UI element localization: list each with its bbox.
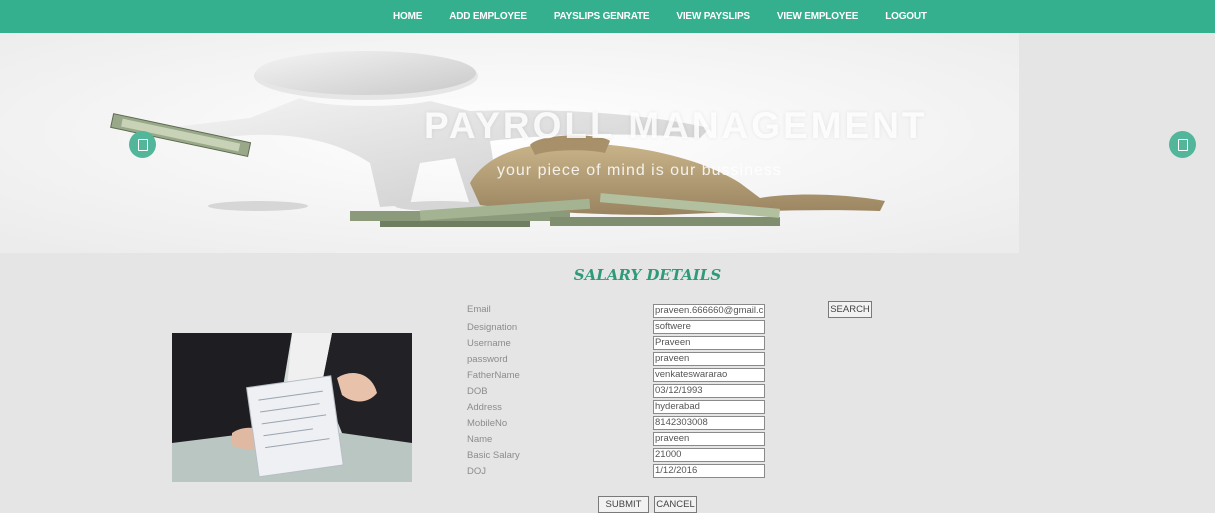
- designation-field[interactable]: softwere: [653, 320, 765, 334]
- doj-label: DOJ: [467, 466, 486, 477]
- carousel-next-button[interactable]: [1169, 131, 1196, 158]
- mobileno-label: MobileNo: [467, 418, 508, 429]
- payslip-photo-illustration: [172, 333, 412, 482]
- name-field[interactable]: praveen: [653, 432, 765, 446]
- address-label: Address: [467, 402, 502, 413]
- nav-view-payslips-link[interactable]: VIEW PAYSLIPS: [676, 11, 750, 22]
- basic-salary-field[interactable]: 21000: [653, 448, 765, 462]
- cancel-button[interactable]: CANCEL: [654, 496, 697, 513]
- banner-title: PAYROLL MANAGEMENT: [424, 105, 928, 146]
- top-nav-bar: HOME ADD EMPLOYEE PAYSLIPS GENRATE VIEW …: [0, 0, 1215, 33]
- fathername-label: FatherName: [467, 370, 520, 381]
- dob-field[interactable]: 03/12/1993: [653, 384, 765, 398]
- password-label: password: [467, 354, 508, 365]
- basic-salary-label: Basic Salary: [467, 450, 520, 461]
- carousel-prev-icon: [137, 138, 148, 151]
- banner-subtitle: your piece of mind is our bussiness: [497, 162, 782, 179]
- search-button[interactable]: SEARCH: [828, 301, 872, 318]
- fathername-field[interactable]: venkateswararao: [653, 368, 765, 382]
- nav-view-employee-link[interactable]: VIEW EMPLOYEE: [777, 11, 859, 22]
- password-field[interactable]: praveen: [653, 352, 765, 366]
- carousel-next-icon: [1177, 138, 1188, 151]
- email-label: Email: [467, 304, 491, 315]
- nav-home-link[interactable]: HOME: [393, 11, 422, 22]
- designation-label: Designation: [467, 322, 518, 333]
- salary-details-title: SALARY DETAILS: [573, 266, 722, 284]
- payslip-photo: [172, 333, 412, 482]
- nav-add-employee-link[interactable]: ADD EMPLOYEE: [449, 11, 527, 22]
- carousel-prev-button[interactable]: [129, 131, 156, 158]
- address-field[interactable]: hyderabad: [653, 400, 765, 414]
- mobileno-field[interactable]: 8142303008: [653, 416, 765, 430]
- name-label: Name: [467, 434, 493, 445]
- nav-logout-link[interactable]: LOGOUT: [885, 11, 927, 22]
- submit-button[interactable]: SUBMIT: [598, 496, 649, 513]
- doj-field[interactable]: 1/12/2016: [653, 464, 765, 478]
- email-field[interactable]: praveen.666660@gmail.c: [653, 304, 765, 318]
- dob-label: DOB: [467, 386, 488, 397]
- username-field[interactable]: Praveen: [653, 336, 765, 350]
- banner-carousel: PAYROLL MANAGEMENT your piece of mind is…: [0, 33, 1019, 253]
- nav-menu: HOME ADD EMPLOYEE PAYSLIPS GENRATE VIEW …: [393, 0, 954, 33]
- username-label: Username: [467, 338, 511, 349]
- nav-payslips-generate-link[interactable]: PAYSLIPS GENRATE: [554, 11, 650, 22]
